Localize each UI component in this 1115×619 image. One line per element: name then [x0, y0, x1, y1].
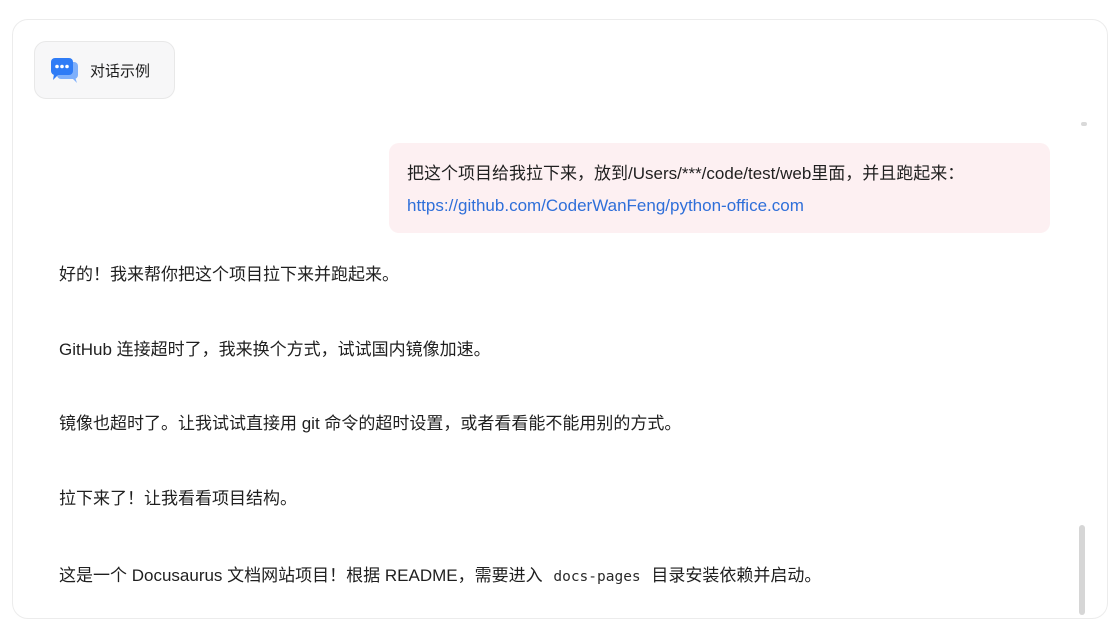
- assistant-reply-2: GitHub 连接超时了，我来换个方式，试试国内镜像加速。: [59, 340, 491, 359]
- user-message-bubble: 把这个项目给我拉下来，放到/Users/***/code/test/web里面，…: [389, 143, 1050, 233]
- scrollbar-thumb[interactable]: [1079, 525, 1085, 615]
- assistant-reply-1: 好的！我来帮你把这个项目拉下来并跑起来。: [59, 265, 399, 284]
- user-message-text: 把这个项目给我拉下来，放到/Users/***/code/test/web里面，…: [407, 164, 965, 183]
- inline-code: docs-pages: [553, 569, 641, 585]
- scroll-up-indicator: [1081, 122, 1087, 126]
- reply-text: 这是一个 Docusaurus 文档网站项目！根据 README，需要进入: [59, 566, 543, 585]
- assistant-reply-3: 镜像也超时了。让我试试直接用 git 命令的超时设置，或者看看能不能用别的方式。: [59, 414, 682, 433]
- assistant-reply-5: 这是一个 Docusaurus 文档网站项目！根据 README，需要进入 do…: [59, 563, 821, 590]
- tab-label: 对话示例: [90, 62, 151, 80]
- reply-text: 目录安装依赖并启动。: [651, 566, 822, 585]
- tab-conversation-example[interactable]: 对话示例: [34, 41, 175, 99]
- conversation-panel: 对话示例 把这个项目给我拉下来，放到/Users/***/code/test/w…: [12, 19, 1108, 619]
- assistant-reply-4: 拉下来了！让我看看项目结构。: [59, 489, 297, 508]
- repo-link[interactable]: https://github.com/CoderWanFeng/python-o…: [407, 196, 804, 215]
- chat-bubble-icon: [50, 56, 80, 84]
